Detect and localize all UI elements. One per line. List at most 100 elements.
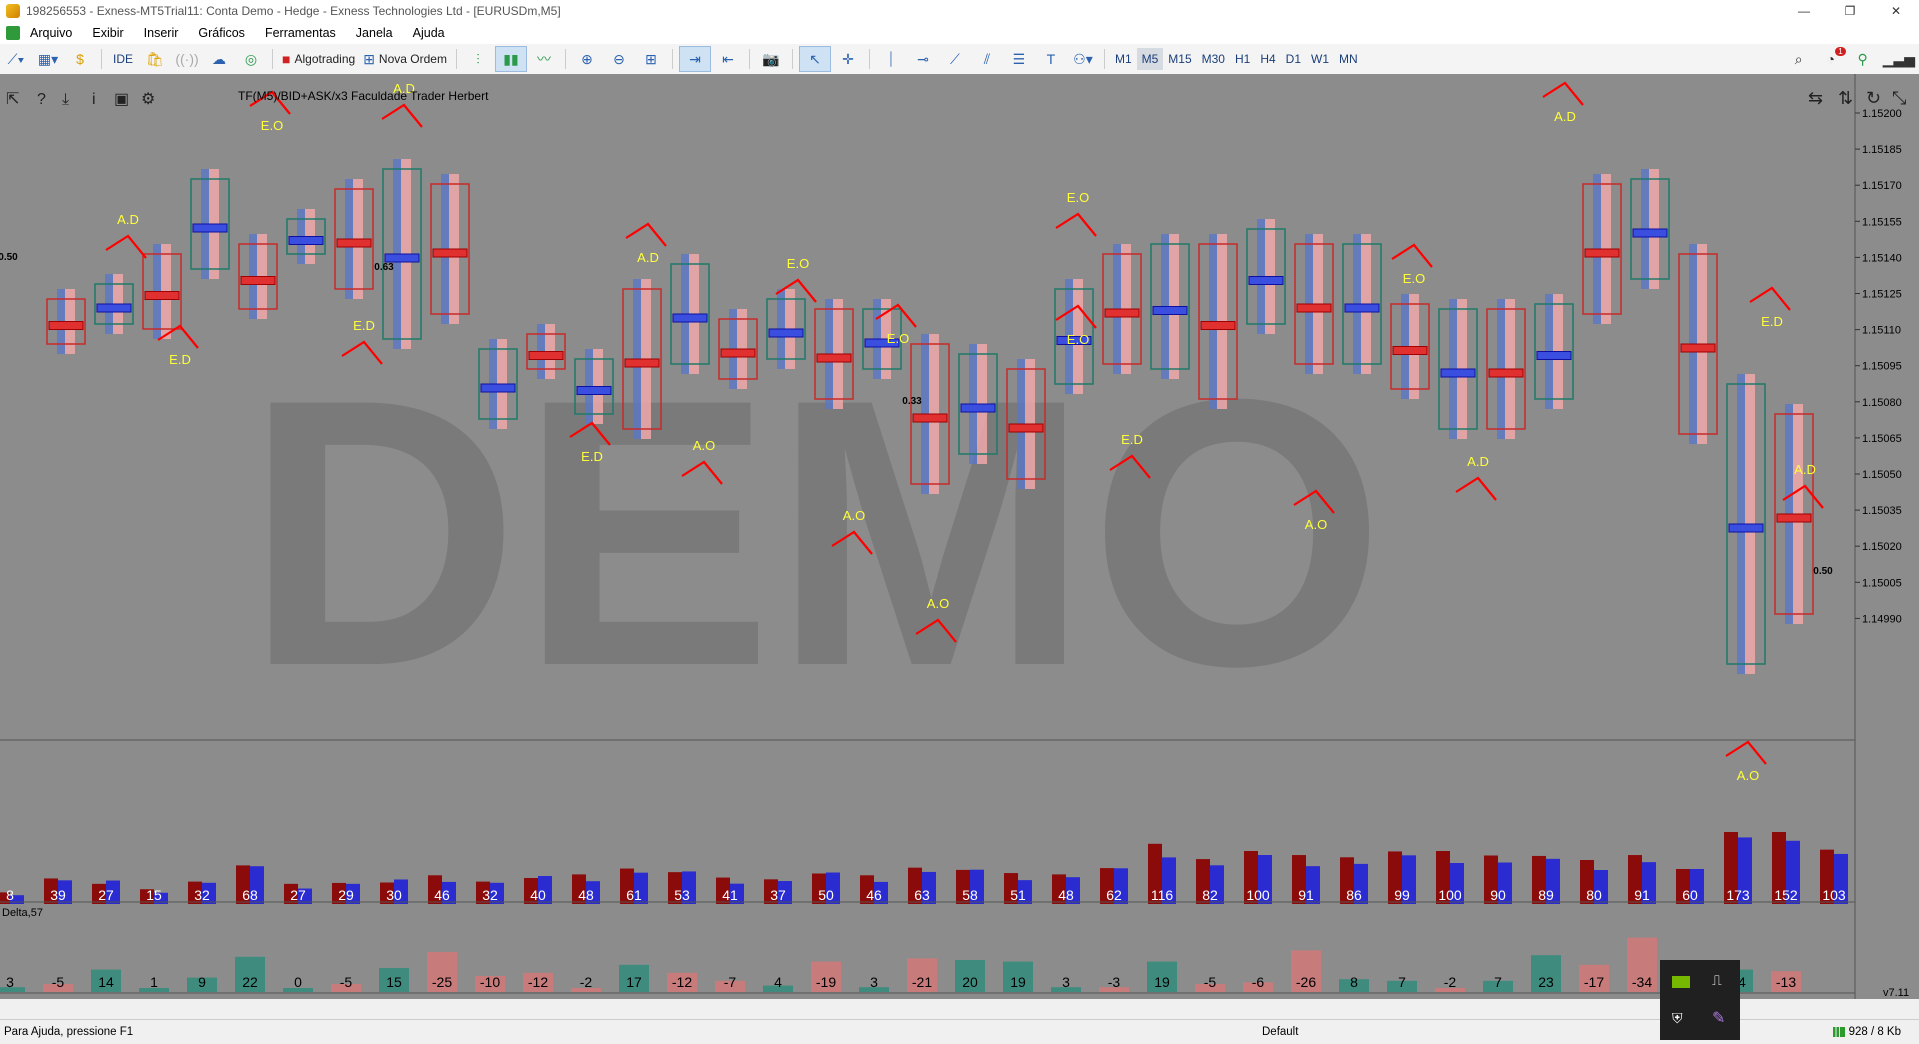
bar-chart-icon[interactable]: ⫶ bbox=[463, 47, 493, 71]
account-icon[interactable]: ⚲ bbox=[1848, 47, 1878, 71]
ide-button[interactable]: IDE bbox=[108, 47, 138, 71]
fibonacci-icon[interactable]: ☰ bbox=[1004, 47, 1034, 71]
menu-arquivo[interactable]: Arquivo bbox=[20, 26, 82, 40]
timeframe-d1[interactable]: D1 bbox=[1281, 48, 1306, 70]
volume-value: 32 bbox=[482, 887, 498, 903]
crosshair-tool-icon[interactable]: ⇱ bbox=[6, 91, 19, 108]
bag-icon[interactable]: 🛍 bbox=[140, 47, 170, 71]
timeframe-m30[interactable]: M30 bbox=[1197, 48, 1230, 70]
pen-icon[interactable]: ✎ bbox=[1712, 1008, 1725, 1028]
tile-windows-icon[interactable]: ⊞ bbox=[636, 47, 666, 71]
signal-label: E.O bbox=[1403, 271, 1425, 286]
new-order-button[interactable]: ⊞ Nova Ordem bbox=[360, 47, 450, 71]
poc-marker bbox=[1488, 368, 1524, 378]
signal-label: A.D bbox=[117, 212, 139, 227]
signal-icon[interactable]: ((·)) bbox=[172, 47, 202, 71]
timeframe-m1[interactable]: M1 bbox=[1110, 48, 1137, 70]
chart-shift-icon[interactable]: ⇤ bbox=[713, 47, 743, 71]
volume-value: 99 bbox=[1394, 887, 1410, 903]
traffic-indicator: 928 / 8 Kb bbox=[1832, 1026, 1901, 1038]
close-button[interactable]: ✕ bbox=[1873, 0, 1919, 22]
volume-value: 58 bbox=[962, 887, 978, 903]
zoom-out-icon[interactable]: ⊖ bbox=[604, 47, 634, 71]
poc-marker bbox=[1392, 346, 1428, 355]
signal-label: E.O bbox=[1067, 332, 1089, 347]
templates-menu-icon[interactable]: ▦▾ bbox=[33, 47, 63, 71]
text-icon[interactable]: T bbox=[1036, 47, 1066, 71]
poc-marker bbox=[240, 276, 276, 285]
delta-value: -5 bbox=[52, 974, 65, 990]
delta-value: -12 bbox=[528, 974, 548, 990]
signal-label: E.O bbox=[787, 256, 809, 271]
indicator-label: TF(M5)/BID+ASK/x3 Faculdade Trader Herbe… bbox=[238, 89, 489, 103]
vertical-line-icon[interactable]: ⏐ bbox=[876, 47, 906, 71]
screenshot-icon[interactable]: 📷 bbox=[756, 47, 786, 71]
menu-janela[interactable]: Janela bbox=[346, 26, 403, 40]
restore-button[interactable]: ❐ bbox=[1827, 0, 1873, 22]
timeframe-w1[interactable]: W1 bbox=[1306, 48, 1334, 70]
crosshair-icon[interactable]: ✛ bbox=[833, 47, 863, 71]
search-icon[interactable]: ⌕ bbox=[1784, 47, 1814, 71]
horizontal-line-icon[interactable]: ⊸ bbox=[908, 47, 938, 71]
toolbar-separator bbox=[1103, 49, 1105, 69]
status-bar: Para Ajuda, pressione F1 Default 928 / 8… bbox=[0, 1019, 1919, 1044]
profile-name[interactable]: Default bbox=[1262, 1026, 1298, 1038]
menu-exibir[interactable]: Exibir bbox=[82, 26, 133, 40]
timeframe-m15[interactable]: M15 bbox=[1163, 48, 1196, 70]
main-toolbar: ⟋▾ ▦▾ $ IDE 🛍 ((·)) ☁ ◎ ■ Algotrading ⊞ No… bbox=[0, 44, 1919, 75]
market-icon[interactable]: $ bbox=[65, 47, 95, 71]
volume-value: 62 bbox=[1106, 887, 1122, 903]
chart-canvas[interactable]: DEMO 8 39 27 15 32 68 27 29 30 46 32 40 48 61 53 41 37 50… bbox=[0, 74, 1919, 999]
vps-cloud-icon[interactable]: ☁ bbox=[204, 47, 234, 71]
timeframe-mn[interactable]: MN bbox=[1334, 48, 1363, 70]
ratio-value: 0.50 bbox=[1813, 566, 1833, 577]
menu-ferramentas[interactable]: Ferramentas bbox=[255, 26, 346, 40]
signal-strength-icon[interactable]: ▁▃▅ bbox=[1880, 47, 1918, 71]
defender-icon[interactable]: ⛨ bbox=[1672, 1010, 1683, 1027]
swap-horizontal-icon[interactable]: ⇆ bbox=[1808, 88, 1823, 108]
autoscroll-icon[interactable]: ⇥ bbox=[678, 46, 711, 72]
signal-label: A.D bbox=[1467, 454, 1489, 469]
menu-inserir[interactable]: Inserir bbox=[134, 26, 189, 40]
volume-value: 63 bbox=[914, 887, 930, 903]
picture-icon[interactable]: ▣ bbox=[114, 91, 129, 108]
globe-icon[interactable]: ◎ bbox=[236, 47, 266, 71]
gear-icon[interactable]: ⚙ bbox=[141, 91, 155, 108]
chart-area[interactable]: DEMO 8 39 27 15 32 68 27 29 30 46 32 40 48 61 53 41 37 50… bbox=[0, 74, 1919, 999]
timeframe-m5[interactable]: M5 bbox=[1136, 48, 1164, 70]
zoom-in-icon[interactable]: ⊕ bbox=[572, 47, 602, 71]
download-icon[interactable]: ⤓ bbox=[62, 91, 69, 108]
volume-value: 8 bbox=[6, 887, 14, 903]
info-icon[interactable]: i bbox=[92, 91, 96, 108]
menu-graficos[interactable]: Gráficos bbox=[188, 26, 255, 40]
notifications-icon[interactable]: ◔ 1 bbox=[1816, 47, 1846, 71]
price-label: 1.15125 bbox=[1862, 289, 1902, 301]
signal-arrow bbox=[1725, 740, 1767, 765]
timeframe-h4[interactable]: H4 bbox=[1255, 48, 1280, 70]
algotrading-button[interactable]: ■ Algotrading bbox=[279, 47, 358, 71]
minimize-button[interactable]: — bbox=[1781, 0, 1827, 22]
collapse-icon[interactable]: ⤡ bbox=[1892, 88, 1906, 108]
price-label: 1.15140 bbox=[1862, 252, 1902, 264]
poc-marker bbox=[528, 351, 564, 360]
shapes-menu-icon[interactable]: ⚇▾ bbox=[1068, 47, 1098, 71]
line-chart-icon[interactable]: 〰 bbox=[529, 47, 559, 71]
swap-vertical-icon[interactable]: ⇅ bbox=[1838, 88, 1853, 108]
menu-ajuda[interactable]: Ajuda bbox=[403, 26, 455, 40]
channel-icon[interactable]: ⫽ bbox=[972, 47, 1002, 71]
usb-icon[interactable]: ⎍ bbox=[1712, 972, 1722, 989]
system-tray-popup: ⎍ ⛨ ✎ bbox=[1660, 960, 1740, 1040]
nvidia-icon[interactable] bbox=[1672, 976, 1690, 988]
cursor-icon[interactable]: ↖ bbox=[798, 46, 831, 72]
timeframe-h1[interactable]: H1 bbox=[1230, 48, 1255, 70]
candlestick-chart-icon[interactable]: ▮▮ bbox=[494, 46, 527, 72]
help-icon[interactable]: ? bbox=[37, 91, 46, 108]
signal-arrow bbox=[1749, 286, 1791, 311]
poc-marker bbox=[672, 313, 708, 323]
price-label: 1.15200 bbox=[1862, 108, 1902, 120]
chart-type-menu-icon[interactable]: ⟋▾ bbox=[1, 47, 31, 71]
chart-window-icon[interactable] bbox=[6, 26, 20, 40]
rotate-icon[interactable]: ↻ bbox=[1866, 88, 1881, 108]
volume-value: 68 bbox=[242, 887, 258, 903]
trendline-icon[interactable]: ⟋ bbox=[940, 47, 970, 71]
